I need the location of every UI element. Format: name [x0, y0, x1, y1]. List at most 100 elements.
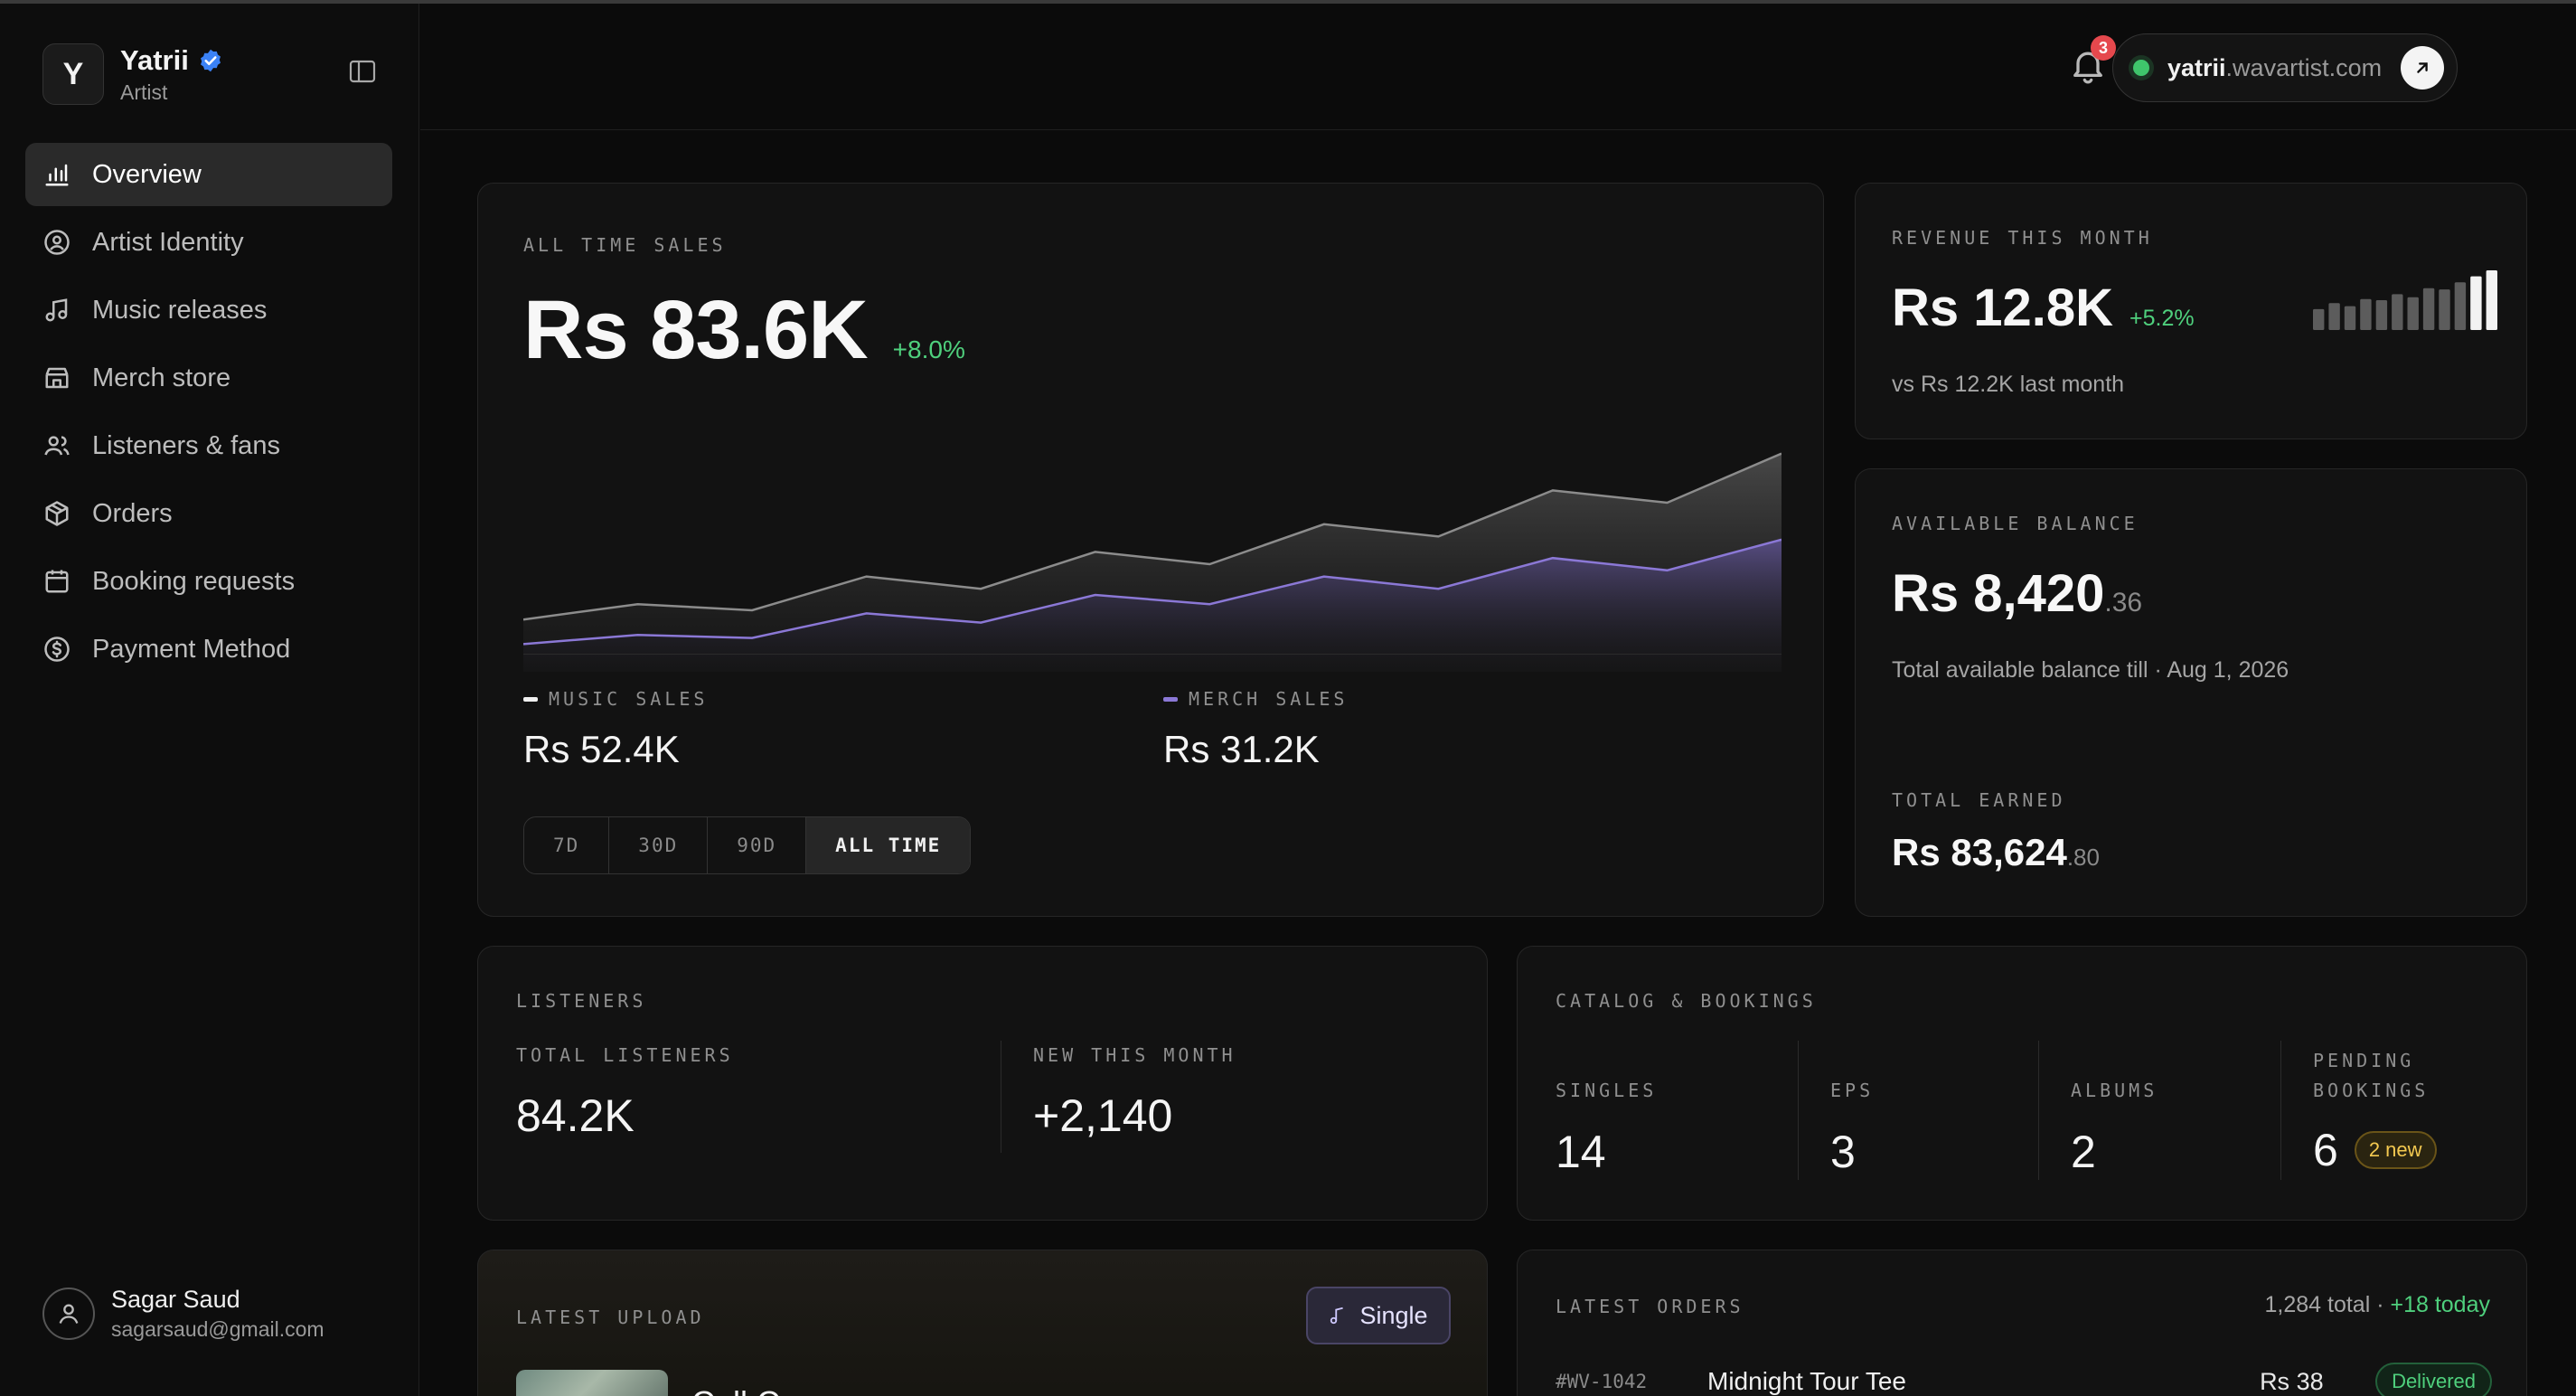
- revenue-bar: [2375, 300, 2388, 330]
- singles-value: 14: [1556, 1127, 1606, 1177]
- sidebar-item-listeners-fans[interactable]: Listeners & fans: [25, 414, 392, 477]
- total-earned-label: TOTAL EARNED: [1892, 789, 2066, 811]
- order-item-name: Midnight Tour Tee: [1707, 1367, 1906, 1395]
- all-time-sales-card: ALL TIME SALES Rs 83.6K +8.0% MUSIC SALE…: [477, 183, 1824, 917]
- total-earned-cents: .80: [2066, 844, 2100, 871]
- albums-stat: ALBUMS 2: [2071, 1046, 2158, 1178]
- site-url: yatrii.wavartist.com: [2167, 54, 2382, 82]
- sidebar-toggle-icon[interactable]: [349, 60, 376, 83]
- latest-orders-eyebrow: LATEST ORDERS: [1556, 1296, 1744, 1317]
- revenue-bar: [2422, 288, 2435, 330]
- brand-avatar: Y: [42, 43, 104, 105]
- total-listeners-stat: TOTAL LISTENERS 84.2K: [516, 1044, 734, 1142]
- user-email: sagarsaud@gmail.com: [111, 1317, 324, 1341]
- user-profile[interactable]: Sagar Saud sagarsaud@gmail.com: [42, 1286, 324, 1342]
- merch-swatch: [1163, 696, 1178, 702]
- revenue-bar: [2470, 276, 2482, 330]
- notification-count-badge: 3: [2091, 35, 2116, 61]
- music-note-icon: [1330, 1306, 1344, 1325]
- listeners-eyebrow: LISTENERS: [516, 990, 647, 1012]
- singles-stat: SINGLES 14: [1556, 1046, 1657, 1178]
- sidebar-nav: Overview Artist Identity Music releases …: [25, 143, 392, 685]
- user-icon: [59, 1304, 79, 1324]
- cover-art-thumbnail: [516, 1370, 668, 1396]
- sidebar-item-merch-store[interactable]: Merch store: [25, 346, 392, 410]
- site-name: yatrii: [2167, 53, 2226, 81]
- sidebar-item-overview[interactable]: Overview: [25, 143, 392, 206]
- music-note-icon: [45, 298, 68, 322]
- pending-bookings-stat: PENDING BOOKINGS 6 2 new: [2313, 1046, 2437, 1176]
- balance-cents: .36: [2104, 588, 2143, 618]
- users-icon: [44, 436, 70, 456]
- music-swatch: [523, 696, 538, 702]
- range-all-time-button[interactable]: ALL TIME: [806, 817, 971, 873]
- merch-sales-label: MERCH SALES: [1189, 688, 1349, 710]
- merch-sales-value: Rs 31.2K: [1163, 728, 1320, 770]
- sidebar-item-music-releases[interactable]: Music releases: [25, 278, 392, 342]
- revenue-bar: [2454, 282, 2467, 330]
- sidebar-item-orders[interactable]: Orders: [25, 482, 392, 545]
- sidebar-item-booking-requests[interactable]: Booking requests: [25, 550, 392, 613]
- balance-eyebrow: AVAILABLE BALANCE: [1892, 513, 2139, 534]
- new-listeners-stat: NEW THIS MONTH +2,140: [1033, 1044, 1236, 1142]
- arrow-up-right-icon: [2417, 62, 2428, 73]
- calendar-icon: [45, 570, 69, 593]
- revenue-comparison: vs Rs 12.2K last month: [1892, 372, 2125, 397]
- nav-label: Overview: [92, 159, 202, 189]
- sales-area-chart: [523, 452, 1782, 672]
- user-avatar: [42, 1288, 95, 1340]
- orders-total-count: 1,284 total ·: [2264, 1292, 2384, 1317]
- revenue-eyebrow: REVENUE THIS MONTH: [1892, 227, 2153, 249]
- latest-orders-card: LATEST ORDERS 1,284 total · +18 today #W…: [1517, 1250, 2527, 1396]
- revenue-bar: [2328, 303, 2340, 330]
- sales-total-amount: Rs 83.6K: [523, 284, 869, 376]
- artist-site-link[interactable]: yatrii.wavartist.com: [2112, 33, 2458, 102]
- total-listeners-label: TOTAL LISTENERS: [516, 1044, 734, 1066]
- sidebar-item-artist-identity[interactable]: Artist Identity: [25, 211, 392, 274]
- store-icon: [45, 367, 69, 389]
- online-status-dot: [2133, 60, 2149, 76]
- range-30d-button[interactable]: 30D: [609, 817, 709, 873]
- nav-label: Payment Method: [92, 634, 291, 664]
- nav-label: Artist Identity: [92, 227, 244, 257]
- music-sales-value: Rs 52.4K: [523, 728, 680, 770]
- top-header: yatrii.wavartist.com: [420, 4, 2576, 130]
- orders-summary: 1,284 total · +18 today: [2265, 1292, 2491, 1318]
- total-earned-amount: Rs 83,624: [1892, 831, 2067, 873]
- revenue-bar: [2360, 298, 2372, 330]
- open-site-button[interactable]: [2401, 46, 2444, 90]
- music-sales-label: MUSIC SALES: [549, 688, 709, 710]
- nav-label: Orders: [92, 498, 173, 528]
- brand-name: Yatrii: [120, 43, 189, 76]
- order-status-badge: Delivered: [2375, 1363, 2492, 1396]
- brand[interactable]: Y Yatrii Artist: [42, 43, 223, 105]
- release-type-button[interactable]: Single: [1306, 1287, 1451, 1344]
- eps-label: EPS: [1830, 1080, 1875, 1101]
- music-sales-legend: MUSIC SALES Rs 52.4K: [523, 688, 708, 771]
- package-icon: [45, 501, 69, 526]
- pending-label: PENDING: [2313, 1050, 2415, 1071]
- new-bookings-badge[interactable]: 2 new: [2354, 1131, 2437, 1169]
- nav-label: Merch store: [92, 363, 231, 392]
- latest-upload-eyebrow: LATEST UPLOAD: [516, 1306, 705, 1328]
- revenue-this-month-card: REVENUE THIS MONTH Rs 12.8K +5.2% vs Rs …: [1855, 183, 2527, 439]
- range-7d-button[interactable]: 7D: [524, 817, 610, 873]
- latest-upload-card[interactable]: LATEST UPLOAD Single Call Can...: [477, 1250, 1488, 1396]
- balance-amount: Rs 8,420: [1892, 564, 2105, 623]
- revenue-bar: [2313, 308, 2325, 330]
- divider: [2038, 1041, 2039, 1180]
- table-row[interactable]: #WV-1042 Midnight Tour Tee Rs 38 Deliver…: [1556, 1361, 2492, 1396]
- sales-eyebrow: ALL TIME SALES: [523, 234, 727, 256]
- revenue-bar: [2392, 294, 2403, 330]
- divider: [1798, 1041, 1799, 1180]
- nav-label: Listeners & fans: [92, 430, 280, 460]
- time-range-selector: 7D 30D 90D ALL TIME: [523, 816, 972, 874]
- revenue-amount: Rs 12.8K: [1892, 278, 2114, 337]
- sidebar-item-payment-method[interactable]: Payment Method: [25, 618, 392, 681]
- revenue-delta: +5.2%: [2129, 306, 2195, 331]
- range-90d-button[interactable]: 90D: [708, 817, 807, 873]
- user-circle-icon: [44, 230, 70, 255]
- sales-delta: +8.0%: [892, 335, 965, 363]
- dollar-circle-icon: [44, 637, 70, 662]
- singles-label: SINGLES: [1556, 1080, 1658, 1101]
